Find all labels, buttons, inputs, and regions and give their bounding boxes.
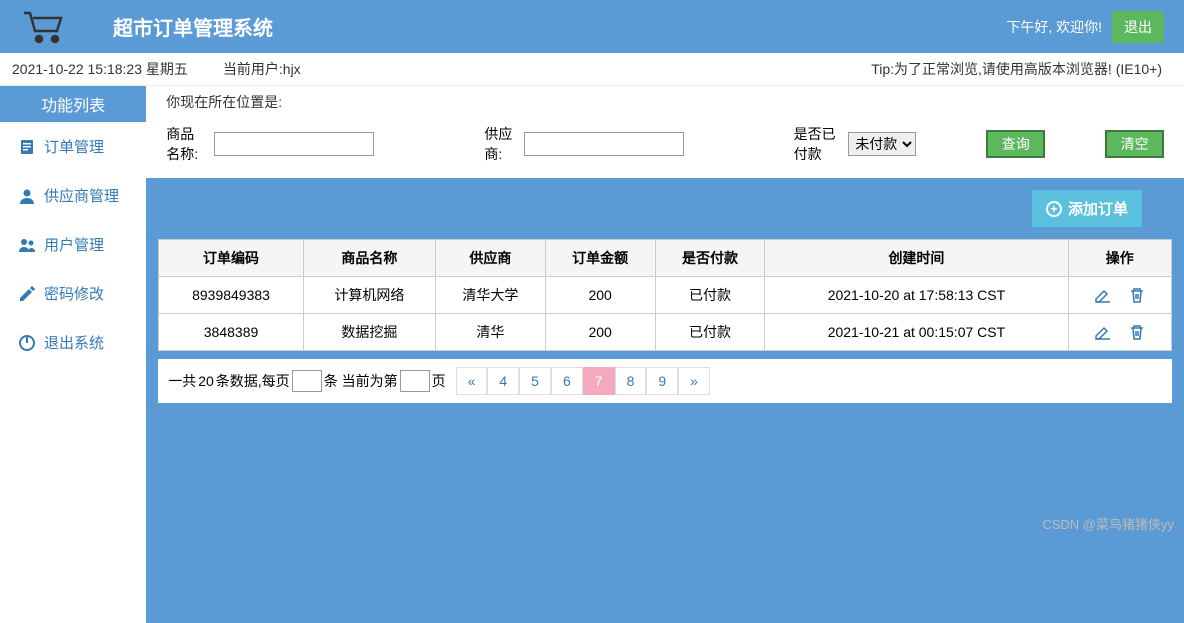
table-cell: 2021-10-20 at 17:58:13 CST (765, 277, 1068, 314)
table-cell: 200 (545, 277, 655, 314)
table-header: 供应商 (435, 240, 545, 277)
welcome-text: 下午好, 欢迎你! (1006, 17, 1102, 37)
page-button[interactable]: 4 (487, 367, 519, 395)
edit-icon[interactable] (1094, 323, 1112, 341)
table-cell: 计算机网络 (303, 277, 435, 314)
table-cell-actions (1068, 314, 1171, 351)
sidebar-item-label: 退出系统 (44, 332, 104, 353)
table-cell: 清华 (435, 314, 545, 351)
pagination-summary: 一共20条数据,每页 条 当前为第 页 (168, 370, 445, 392)
product-name-input[interactable] (214, 132, 374, 156)
current-page-input[interactable] (400, 370, 430, 392)
table-cell: 200 (545, 314, 655, 351)
table-cell: 8939849383 (159, 277, 304, 314)
top-bar: 超市订单管理系统 下午好, 欢迎你! 退出 (0, 0, 1184, 53)
page-button[interactable]: 9 (646, 367, 678, 395)
table-cell: 2021-10-21 at 00:15:07 CST (765, 314, 1068, 351)
info-bar: 2021-10-22 15:18:23 星期五 当前用户:hjx Tip:为了正… (0, 53, 1184, 86)
app-title: 超市订单管理系统 (113, 12, 273, 41)
user-icon (18, 187, 36, 205)
table-header: 订单编码 (159, 240, 304, 277)
table-cell: 已付款 (655, 277, 765, 314)
pencil-icon (18, 285, 36, 303)
delete-icon[interactable] (1128, 286, 1146, 304)
browser-tip: Tip:为了正常浏览,请使用高版本浏览器! (IE10+) (871, 59, 1162, 79)
page-button[interactable]: 6 (551, 367, 583, 395)
sidebar-item-1[interactable]: 供应商管理 (0, 171, 146, 220)
cart-icon (20, 8, 68, 46)
sidebar-item-2[interactable]: 用户管理 (0, 220, 146, 269)
table-row: 8939849383计算机网络清华大学200已付款2021-10-20 at 1… (159, 277, 1172, 314)
pagination: 一共20条数据,每页 条 当前为第 页 «456789» (158, 359, 1172, 403)
add-order-button[interactable]: + 添加订单 (1032, 190, 1142, 227)
table-cell: 3848389 (159, 314, 304, 351)
table-row: 3848389数据挖掘清华200已付款2021-10-21 at 00:15:0… (159, 314, 1172, 351)
table-header: 订单金额 (545, 240, 655, 277)
supplier-input[interactable] (524, 132, 684, 156)
sidebar-item-4[interactable]: 退出系统 (0, 318, 146, 367)
table-header: 创建时间 (765, 240, 1068, 277)
current-user-label: 当前用户:hjx (223, 59, 301, 79)
search-form: 商品名称: 供应商: 是否已付款 未付款 查询 清空 (146, 118, 1184, 178)
users-icon (18, 236, 36, 254)
logout-button[interactable]: 退出 (1112, 11, 1164, 43)
watermark: CSDN @菜鸟猪猪侠yy (1042, 514, 1174, 533)
sidebar-header: 功能列表 (0, 86, 146, 122)
sidebar-item-label: 供应商管理 (44, 185, 119, 206)
supplier-label: 供应商: (484, 124, 513, 164)
file-icon (18, 138, 36, 156)
per-page-input[interactable] (292, 370, 322, 392)
sidebar: 功能列表 订单管理供应商管理用户管理密码修改退出系统 (0, 86, 146, 623)
page-button-active[interactable]: 7 (583, 367, 615, 395)
page-button[interactable]: » (678, 367, 710, 395)
page-button[interactable]: « (456, 367, 488, 395)
query-button[interactable]: 查询 (986, 130, 1045, 158)
power-icon (18, 334, 36, 352)
table-cell-actions (1068, 277, 1171, 314)
datetime-text: 2021-10-22 15:18:23 星期五 (12, 59, 188, 79)
table-header: 商品名称 (303, 240, 435, 277)
page-button[interactable]: 8 (615, 367, 647, 395)
sidebar-item-label: 用户管理 (44, 234, 104, 255)
table-cell: 已付款 (655, 314, 765, 351)
delete-icon[interactable] (1128, 323, 1146, 341)
sidebar-item-3[interactable]: 密码修改 (0, 269, 146, 318)
breadcrumb: 你现在所在位置是: (146, 86, 1184, 118)
sidebar-item-0[interactable]: 订单管理 (0, 122, 146, 171)
paid-label: 是否已付款 (794, 124, 839, 164)
orders-table: 订单编码商品名称供应商订单金额是否付款创建时间操作 8939849383计算机网… (158, 239, 1172, 351)
page-button[interactable]: 5 (519, 367, 551, 395)
plus-icon: + (1046, 201, 1062, 217)
reset-button[interactable]: 清空 (1105, 130, 1164, 158)
product-name-label: 商品名称: (166, 124, 204, 164)
main-panel: + 添加订单 订单编码商品名称供应商订单金额是否付款创建时间操作 8939849… (146, 178, 1184, 623)
sidebar-item-label: 密码修改 (44, 283, 104, 304)
table-cell: 数据挖掘 (303, 314, 435, 351)
table-header: 操作 (1068, 240, 1171, 277)
table-header: 是否付款 (655, 240, 765, 277)
edit-icon[interactable] (1094, 286, 1112, 304)
table-cell: 清华大学 (435, 277, 545, 314)
sidebar-item-label: 订单管理 (44, 136, 104, 157)
paid-select[interactable]: 未付款 (848, 132, 916, 156)
